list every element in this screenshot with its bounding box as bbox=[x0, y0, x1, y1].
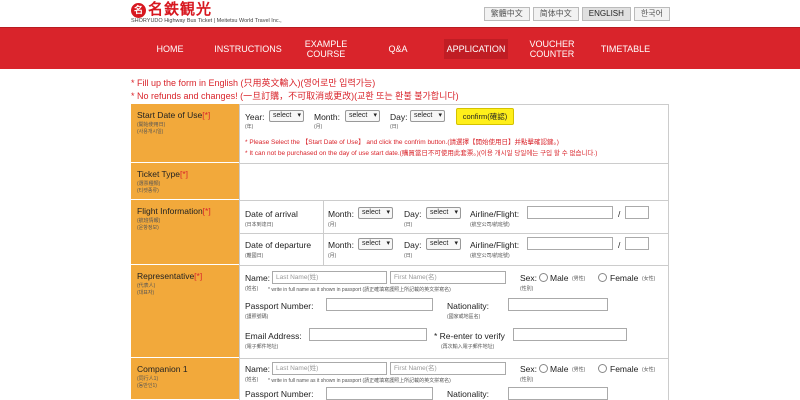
start-date-warning: * It can not be purchased on the day of … bbox=[245, 150, 598, 157]
lang-korean[interactable]: 한국어 bbox=[633, 7, 670, 21]
rep-name-note: * write in full name as it shown in pass… bbox=[268, 287, 451, 293]
comp1-last-name-input[interactable]: Last Name(姓) bbox=[272, 362, 387, 375]
arrival-airline-input[interactable] bbox=[527, 206, 613, 219]
nav-qa[interactable]: Q&A bbox=[365, 28, 431, 70]
logo[interactable]: 名鉄観光 bbox=[148, 1, 212, 18]
start-date-label: Start Date of Use[*] (開始使用日) (사용개시일) bbox=[131, 104, 239, 163]
nav-example-course[interactable]: EXAMPLE COURSE bbox=[287, 28, 365, 70]
rep-female-radio[interactable] bbox=[598, 273, 607, 282]
lang-english[interactable]: ENGLISH bbox=[581, 7, 631, 21]
nav-voucher-counter[interactable]: VOUCHER COUNTER bbox=[521, 28, 583, 70]
representative-label: Representative[*] (代表人) (대표자) bbox=[131, 265, 239, 358]
rep-male-radio[interactable] bbox=[539, 273, 548, 282]
rep-first-name-input[interactable]: First Name(名) bbox=[390, 271, 506, 284]
companion1-label: Companion 1 (同行人1) (동반인1) bbox=[131, 358, 239, 400]
departure-day-select[interactable]: select bbox=[426, 238, 461, 250]
comp1-passport-input[interactable] bbox=[326, 387, 433, 400]
main-nav: HOME INSTRUCTIONS EXAMPLE COURSE Q&A APP… bbox=[0, 27, 800, 69]
lang-simplified-chinese[interactable]: 简体中文 bbox=[532, 7, 579, 21]
lang-traditional-chinese[interactable]: 繁體中文 bbox=[483, 7, 530, 21]
rep-nationality-input[interactable] bbox=[508, 298, 608, 311]
comp1-first-name-input[interactable]: First Name(名) bbox=[390, 362, 506, 375]
start-month-select[interactable]: select bbox=[345, 110, 380, 122]
nav-timetable[interactable]: TIMETABLE bbox=[583, 28, 668, 70]
rep-passport-input[interactable] bbox=[326, 298, 433, 311]
comp1-male-radio[interactable] bbox=[539, 364, 548, 373]
comp1-name-note: * write in full name as it shown in pass… bbox=[268, 378, 451, 384]
logo-icon: 名 bbox=[131, 3, 146, 18]
start-date-note: * Please Select the 【Start Date of Use】 … bbox=[245, 139, 559, 146]
flight-info-label: Flight Information[*] (航班情報) (운항정보) bbox=[131, 200, 239, 265]
rep-email-input[interactable] bbox=[309, 328, 427, 341]
no-refunds-notice: * No refunds and changes! (一旦訂購，不可取消或更改)… bbox=[131, 91, 459, 101]
english-only-notice: * Fill up the form in English (只用英文輸入)(영… bbox=[131, 78, 376, 88]
start-year-select[interactable]: select bbox=[269, 110, 304, 122]
departure-month-select[interactable]: select bbox=[358, 238, 393, 250]
rep-last-name-input[interactable]: Last Name(姓) bbox=[272, 271, 387, 284]
arrival-day-select[interactable]: select bbox=[426, 207, 461, 219]
start-day-select[interactable]: select bbox=[410, 110, 445, 122]
nav-home[interactable]: HOME bbox=[131, 28, 209, 70]
comp1-female-radio[interactable] bbox=[598, 364, 607, 373]
language-switcher: 繁體中文 简体中文 ENGLISH 한국어 bbox=[483, 7, 670, 21]
departure-flight-input[interactable] bbox=[625, 237, 649, 250]
arrival-flight-input[interactable] bbox=[625, 206, 649, 219]
confirm-button[interactable]: confirm(確認) bbox=[456, 108, 514, 125]
nav-instructions[interactable]: INSTRUCTIONS bbox=[209, 28, 287, 70]
ticket-type-label: Ticket Type[*] (選票種類) (티켓종류) bbox=[131, 163, 239, 200]
site-subtitle: SHORYUDO Highway Bus Ticket | Meitetsu W… bbox=[131, 18, 282, 24]
rep-email-verify-input[interactable] bbox=[513, 328, 627, 341]
comp1-nationality-input[interactable] bbox=[508, 387, 608, 400]
departure-airline-input[interactable] bbox=[527, 237, 613, 250]
header: 名 名鉄観光 SHORYUDO Highway Bus Ticket | Mei… bbox=[0, 0, 800, 27]
nav-application[interactable]: APPLICATION bbox=[431, 28, 521, 70]
arrival-month-select[interactable]: select bbox=[358, 207, 393, 219]
